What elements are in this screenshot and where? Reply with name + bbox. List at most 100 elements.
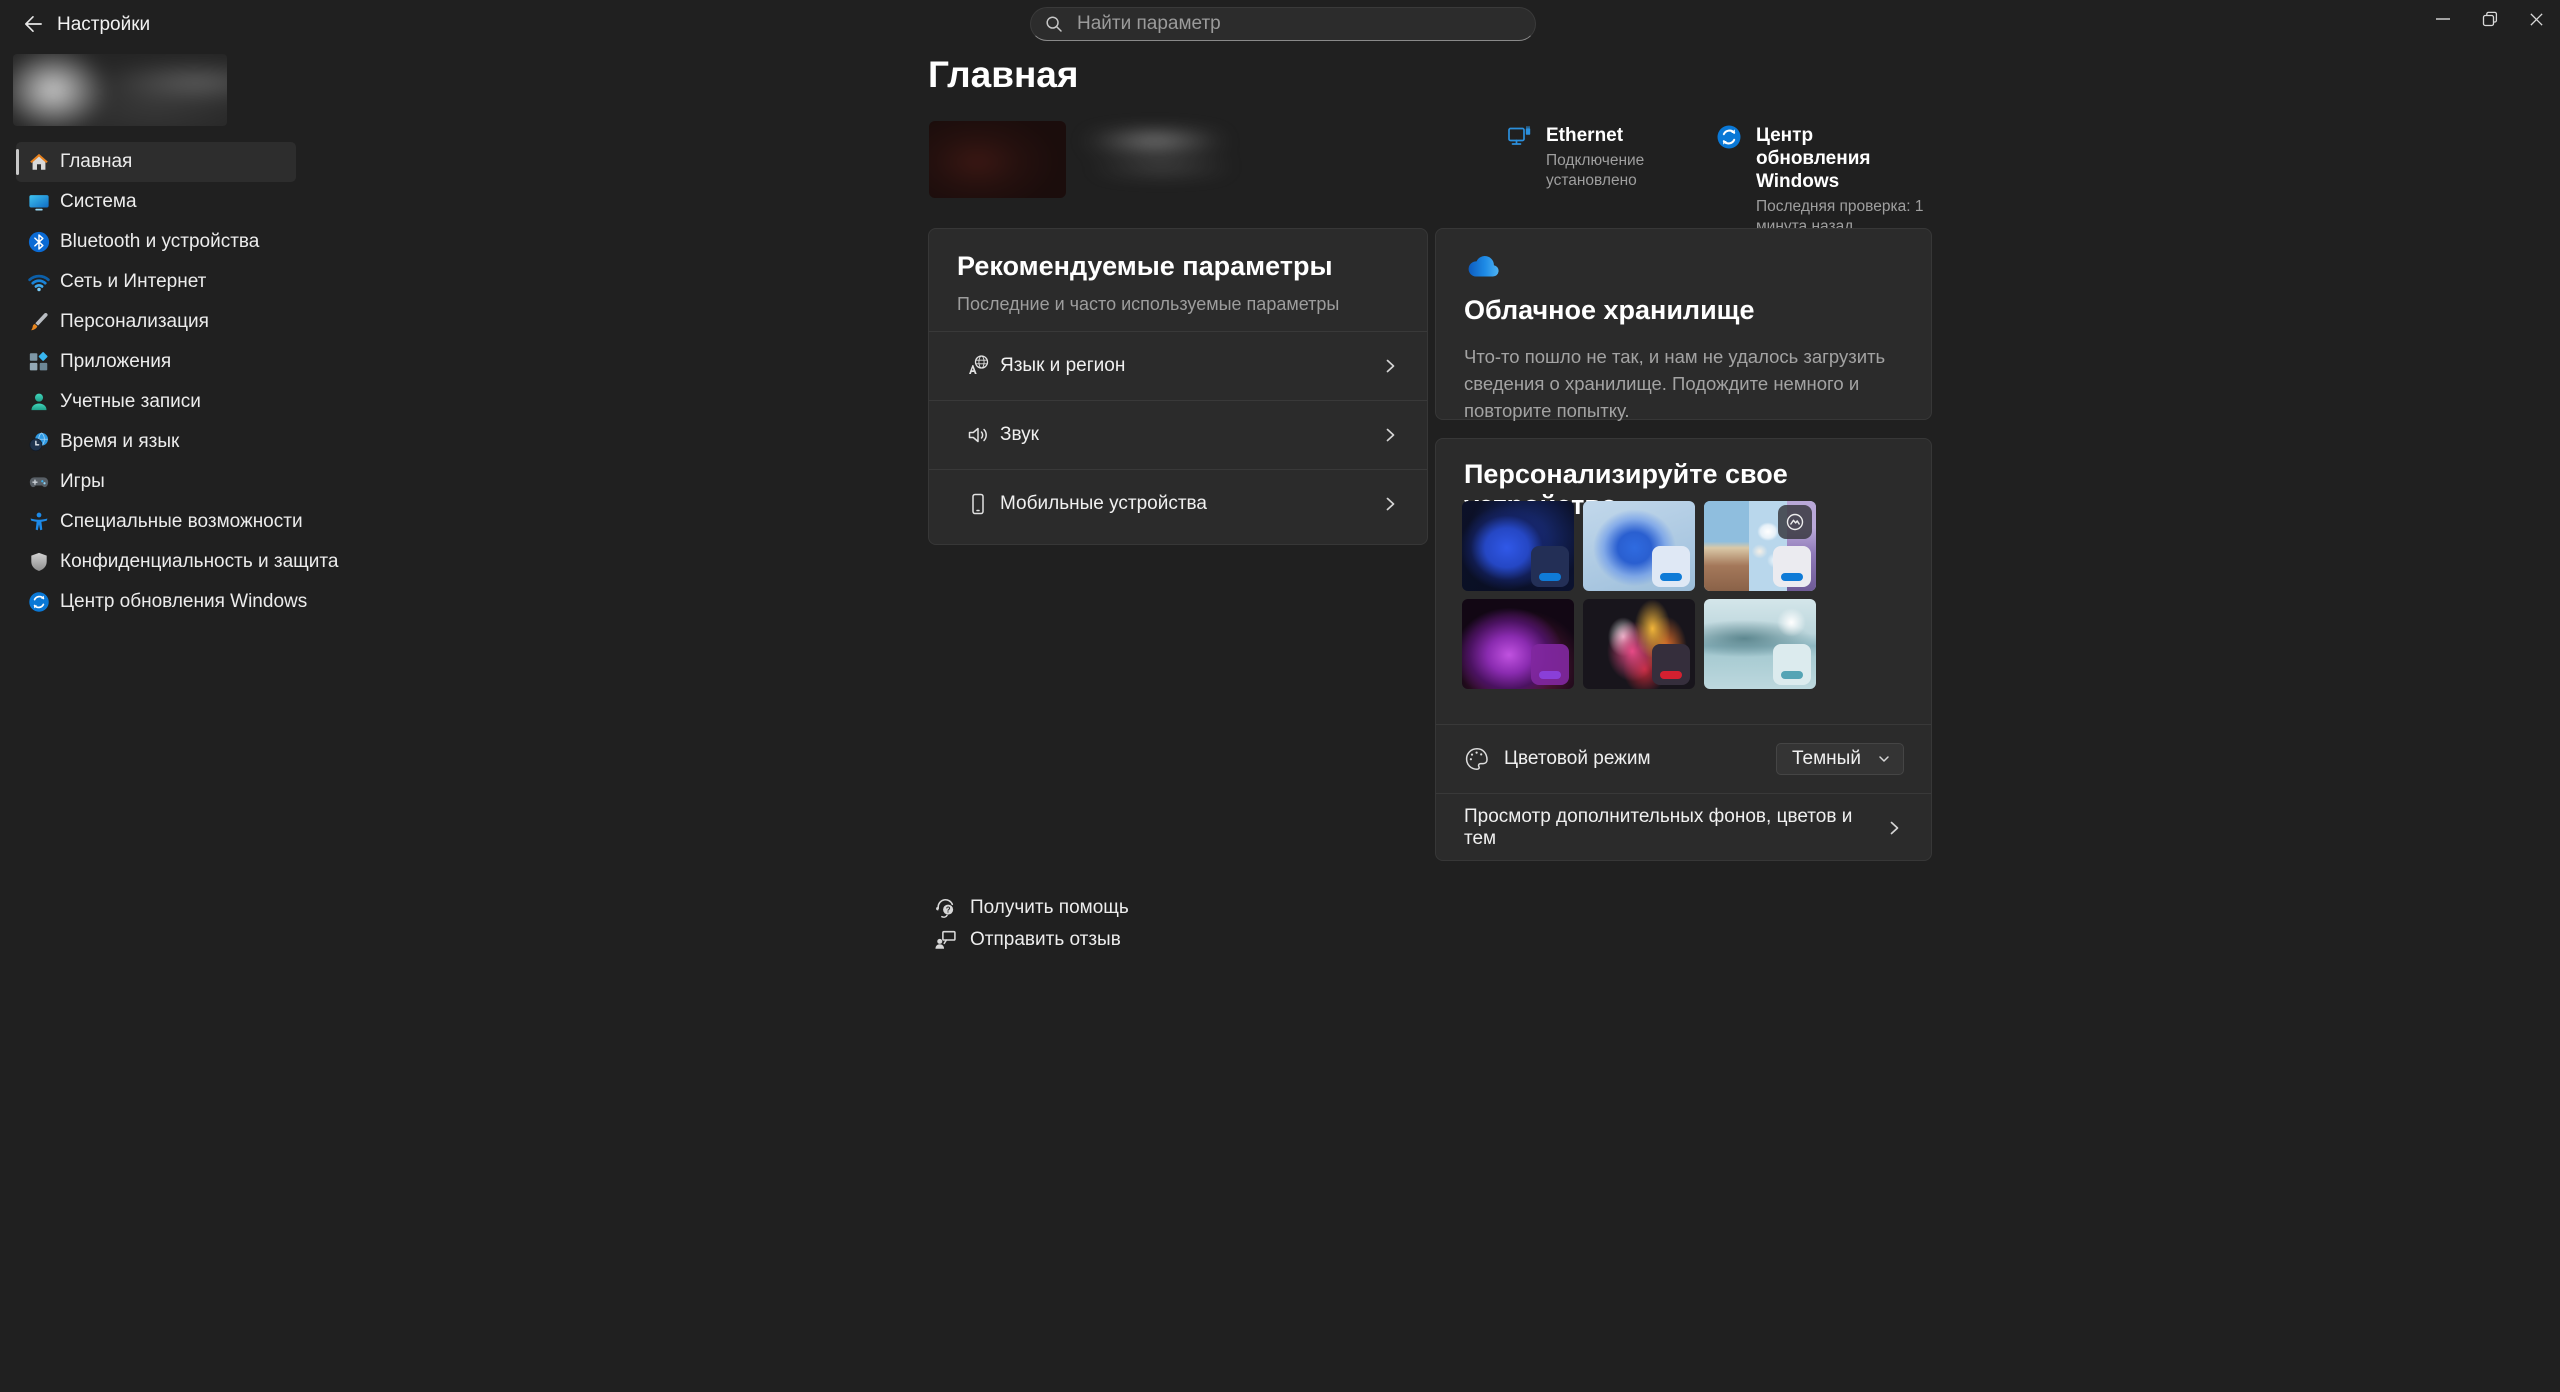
sidebar-item-label: Специальные возможности <box>60 511 303 533</box>
page-title: Главная <box>928 54 1078 96</box>
windows-update-status[interactable]: Центр обновления Windows Последняя прове… <box>1716 124 1931 237</box>
sidebar-item-label: Конфиденциальность и защита <box>60 551 338 573</box>
sidebar-item-home[interactable]: Главная <box>16 142 296 182</box>
sidebar-item-label: Время и язык <box>60 431 179 453</box>
accent-pill <box>1781 671 1803 679</box>
sidebar-item-label: Игры <box>60 471 105 493</box>
clock-globe-icon <box>28 431 50 453</box>
theme-colorful-flower[interactable] <box>1583 599 1695 689</box>
personalize-card: Персонализируйте свое устройство <box>1435 438 1932 861</box>
color-mode-dropdown[interactable]: Темный <box>1776 743 1904 775</box>
close-icon <box>2529 12 2544 27</box>
theme-preview-tile <box>1652 644 1690 685</box>
sidebar-item-network[interactable]: Сеть и Интернет <box>16 262 296 302</box>
row-mobile-devices[interactable]: Мобильные устройства <box>929 469 1427 538</box>
spotlight-badge-icon <box>1778 505 1812 539</box>
theme-preview-tile <box>1531 644 1569 685</box>
sidebar-item-bluetooth[interactable]: Bluetooth и устройства <box>16 222 296 262</box>
cloud-storage-message: Что-то пошло не так, и нам не удалось за… <box>1464 343 1904 424</box>
recommended-settings-card: Рекомендуемые параметры Последние и част… <box>928 228 1428 545</box>
back-button[interactable] <box>12 6 54 42</box>
person-icon <box>28 391 50 413</box>
get-help-icon: ? <box>934 896 957 919</box>
cloud-storage-card: Облачное хранилище Что-то пошло не так, … <box>1435 228 1932 420</box>
cloud-storage-title: Облачное хранилище <box>1464 295 1901 326</box>
palette-icon <box>1464 746 1490 772</box>
theme-spotlight-collage[interactable] <box>1704 501 1816 591</box>
apps-icon <box>28 351 50 373</box>
sidebar-item-gaming[interactable]: Игры <box>16 462 296 502</box>
sidebar-item-windows-update[interactable]: Центр обновления Windows <box>16 582 296 622</box>
device-blur-blob <box>929 121 1066 198</box>
accent-pill <box>1539 671 1561 679</box>
window-controls <box>2419 0 2560 38</box>
user-profile-blurred[interactable] <box>13 54 227 126</box>
shield-icon <box>28 551 50 573</box>
row-label: Мобильные устройства <box>1000 493 1207 515</box>
color-mode-value: Темный <box>1792 748 1877 770</box>
windows-update-title: Центр обновления Windows <box>1756 124 1924 193</box>
ethernet-title: Ethernet <box>1546 124 1716 147</box>
sidebar: Главная Система Bluetooth и устройства <box>0 48 310 1392</box>
brush-icon <box>28 311 50 333</box>
app-title: Настройки <box>57 14 150 36</box>
accessibility-icon <box>28 511 50 533</box>
home-icon <box>28 151 50 173</box>
accent-pill <box>1781 573 1803 581</box>
device-thumbnail-blurred <box>929 121 1066 198</box>
windows-update-icon <box>28 591 50 613</box>
recommended-title: Рекомендуемые параметры <box>957 251 1399 282</box>
sidebar-item-accounts[interactable]: Учетные записи <box>16 382 296 422</box>
wifi-icon <box>28 271 50 293</box>
theme-purple-glow[interactable] <box>1462 599 1574 689</box>
settings-window: Настройки Глав <box>0 0 2560 1392</box>
sidebar-item-label: Сеть и Интернет <box>60 271 206 293</box>
restore-button[interactable] <box>2466 0 2513 38</box>
sidebar-item-system[interactable]: Система <box>16 182 296 222</box>
chevron-right-icon <box>1380 425 1400 445</box>
svg-text:?: ? <box>946 905 951 914</box>
row-language-region[interactable]: Язык и регион <box>929 331 1427 400</box>
device-name-blur-blob <box>1050 109 1310 205</box>
sidebar-item-label: Bluetooth и устройства <box>60 231 259 253</box>
minimize-icon <box>2435 11 2451 27</box>
theme-windows-dark-bloom[interactable] <box>1462 501 1574 591</box>
theme-mountain-lake[interactable] <box>1704 599 1816 689</box>
browse-themes-row[interactable]: Просмотр дополнительных фонов, цветов и … <box>1436 793 1931 862</box>
sidebar-item-accessibility[interactable]: Специальные возможности <box>16 502 296 542</box>
sidebar-item-personalization[interactable]: Персонализация <box>16 302 296 342</box>
sidebar-item-label: Система <box>60 191 137 213</box>
search-box[interactable] <box>1030 7 1536 41</box>
close-button[interactable] <box>2513 0 2560 38</box>
send-feedback-link[interactable]: Отправить отзыв <box>934 928 1121 951</box>
onedrive-cloud-icon <box>1464 255 1901 280</box>
collage-strip-beach <box>1704 501 1749 591</box>
theme-windows-light-bloom[interactable] <box>1583 501 1695 591</box>
sidebar-item-label: Персонализация <box>60 311 209 333</box>
ethernet-icon <box>1506 124 1532 150</box>
get-help-label: Получить помощь <box>970 897 1129 919</box>
sidebar-nav: Главная Система Bluetooth и устройства <box>16 142 296 622</box>
sidebar-item-label: Приложения <box>60 351 171 373</box>
recommended-rows: Язык и регион Звук Мобильные устройств <box>929 331 1427 538</box>
speaker-icon <box>966 423 990 447</box>
get-help-link[interactable]: ? Получить помощь <box>934 896 1129 919</box>
color-mode-row: Цветовой режим Темный <box>1436 724 1931 793</box>
send-feedback-label: Отправить отзыв <box>970 929 1121 951</box>
search-input[interactable] <box>1075 12 1521 36</box>
accent-pill <box>1539 573 1561 581</box>
chevron-right-icon <box>1380 494 1400 514</box>
sidebar-item-time-language[interactable]: Время и язык <box>16 422 296 462</box>
bluetooth-icon <box>28 231 50 253</box>
row-sound[interactable]: Звук <box>929 400 1427 469</box>
ethernet-subtitle: Подключение установлено <box>1546 151 1721 191</box>
theme-preview-tile <box>1652 546 1690 587</box>
chevron-right-icon <box>1380 356 1400 376</box>
ethernet-status[interactable]: Ethernet Подключение установлено <box>1506 124 1721 191</box>
sidebar-item-apps[interactable]: Приложения <box>16 342 296 382</box>
system-icon <box>28 191 50 213</box>
profile-blur-blob <box>13 54 227 126</box>
sidebar-item-privacy[interactable]: Конфиденциальность и защита <box>16 542 296 582</box>
color-mode-label: Цветовой режим <box>1504 748 1651 770</box>
minimize-button[interactable] <box>2419 0 2466 38</box>
